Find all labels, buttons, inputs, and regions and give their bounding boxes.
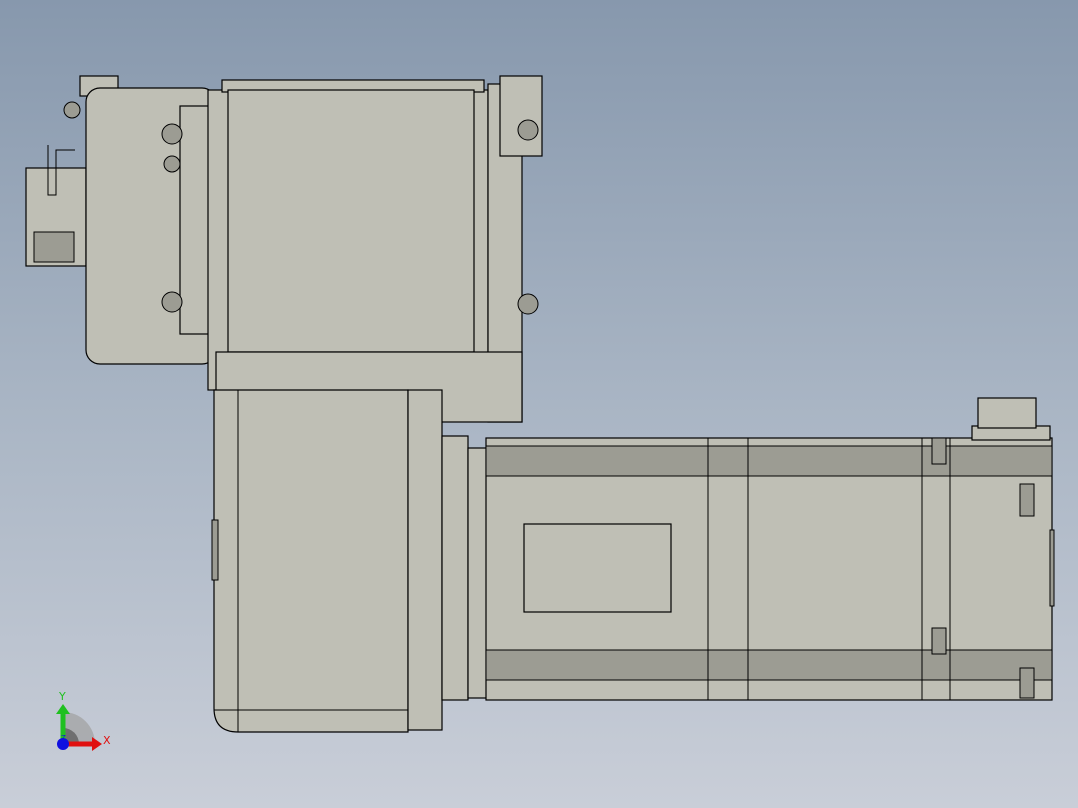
motor-nameplate — [523, 523, 672, 613]
motor-connector — [977, 397, 1037, 429]
gear-motor-model — [25, 75, 1055, 733]
y-axis-label: Y — [58, 690, 66, 703]
x-axis-label: X — [103, 734, 111, 747]
gearbox-housing — [207, 75, 543, 423]
servo-motor — [467, 397, 1055, 701]
left-bracket — [25, 75, 217, 365]
z-axis-label: Z — [61, 734, 66, 742]
cad-viewport[interactable]: Y X Z — [0, 0, 1078, 808]
axis-triad[interactable]: Y X Z — [56, 690, 111, 751]
lower-housing — [211, 389, 469, 733]
